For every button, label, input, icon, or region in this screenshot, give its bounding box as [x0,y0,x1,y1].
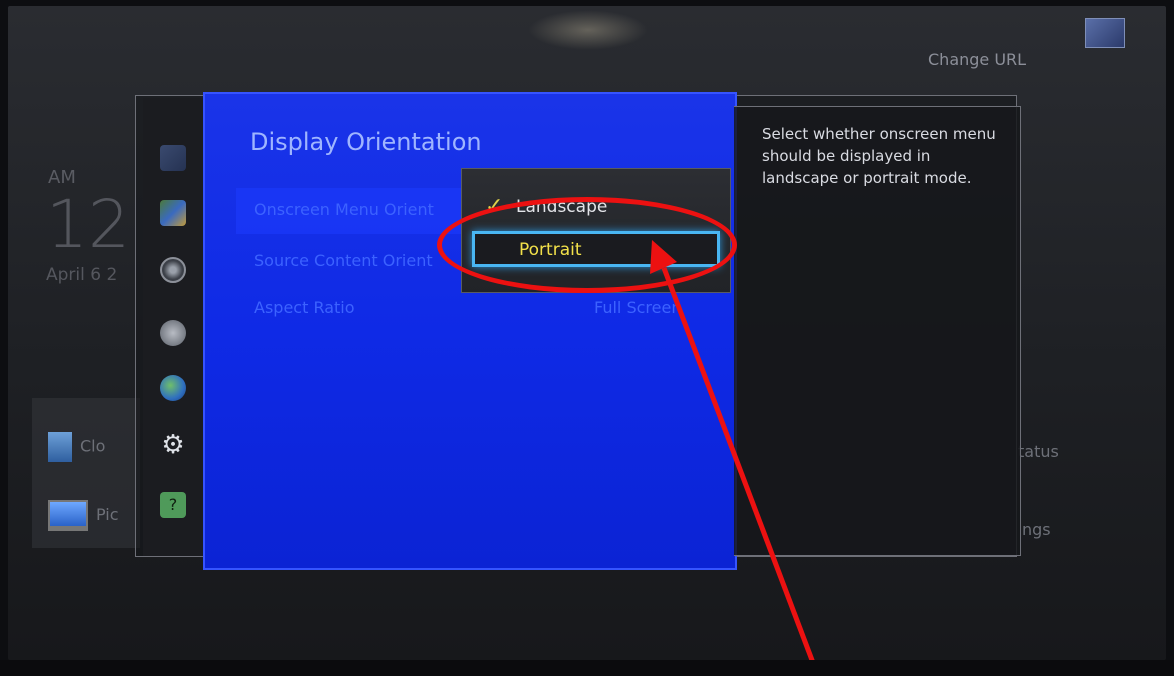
annotation-arrow-shaft [661,267,821,676]
annotation-arrow [650,240,821,676]
tv-bezel [0,660,1174,676]
